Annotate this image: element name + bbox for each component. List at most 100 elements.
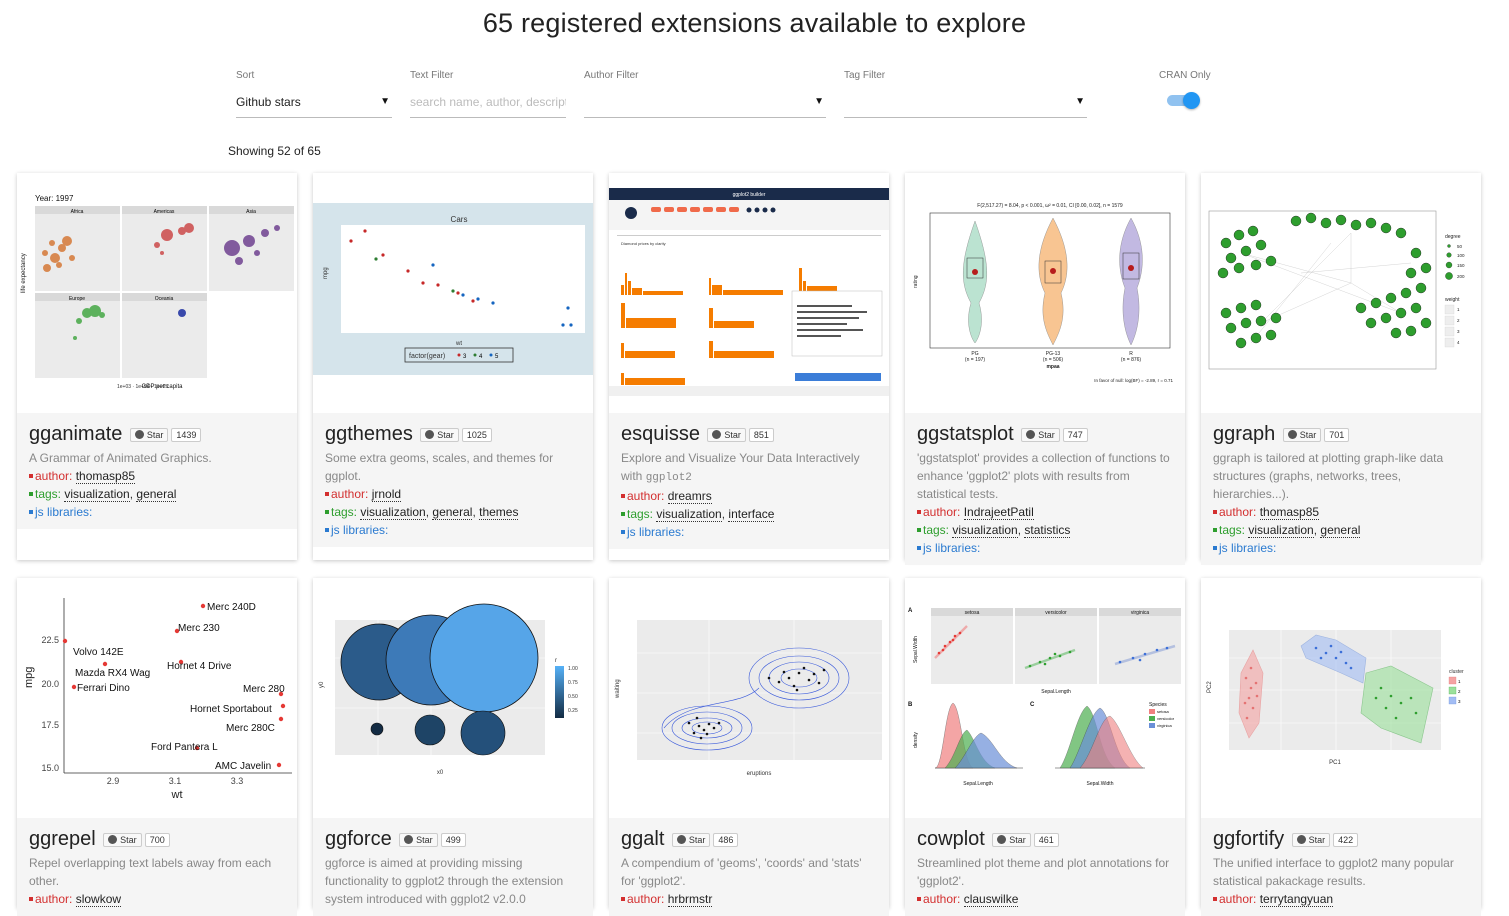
card-thumbnail[interactable]: Cars wt mpg factor(gear) 3 4 5 bbox=[313, 173, 593, 413]
card-thumbnail[interactable]: Year: 1997 Africa Americas Asia Europe O… bbox=[17, 173, 297, 413]
tag-filter-select[interactable]: ▼ bbox=[844, 86, 1087, 118]
author-link[interactable]: dreamrs bbox=[667, 489, 712, 504]
github-star-button[interactable]: Star bbox=[1282, 427, 1322, 442]
extension-card[interactable]: ggplot2 builder Diamond prices by clarit… bbox=[609, 173, 889, 560]
extension-name[interactable]: ggrepel bbox=[29, 828, 96, 850]
tag-link[interactable]: visualization bbox=[1248, 523, 1314, 538]
card-body: ggforce Star 499 ggforce is aimed at prov… bbox=[313, 818, 593, 916]
svg-text:AMC Javelin: AMC Javelin bbox=[215, 761, 271, 772]
extension-card[interactable]: degree 50 100 150 200 weight 1 2 3 4 ggr… bbox=[1201, 173, 1481, 565]
svg-text:Africa: Africa bbox=[71, 209, 84, 215]
extension-card[interactable]: Cars wt mpg factor(gear) 3 4 5 ggthemes … bbox=[313, 173, 593, 560]
svg-text:versicolor: versicolor bbox=[1157, 716, 1175, 721]
github-star-button[interactable]: Star bbox=[420, 427, 459, 442]
extension-card[interactable]: eruptions waiting ggalt Star 486 A compen… bbox=[609, 578, 889, 916]
tag-link[interactable]: interface bbox=[728, 507, 775, 522]
extension-name[interactable]: ggalt bbox=[621, 828, 664, 850]
svg-text:17.5: 17.5 bbox=[41, 720, 59, 730]
author-filter[interactable]: Author Filter ▼ bbox=[584, 70, 826, 118]
author-link[interactable]: IndrajeetPatil bbox=[963, 505, 1034, 520]
svg-text:Sepal.Width: Sepal.Width bbox=[913, 636, 919, 663]
svg-text:Mazda RX4 Wag: Mazda RX4 Wag bbox=[75, 668, 150, 679]
extension-name[interactable]: cowplot bbox=[917, 828, 985, 850]
github-icon bbox=[134, 429, 144, 439]
star-count: 701 bbox=[1324, 427, 1350, 442]
svg-text:weight: weight bbox=[1445, 297, 1460, 303]
card-thumbnail[interactable]: degree 50 100 150 200 weight 1 2 3 4 bbox=[1201, 173, 1481, 413]
tag-link[interactable]: visualization bbox=[64, 487, 130, 502]
author-link[interactable]: clauswilke bbox=[963, 892, 1019, 907]
card-thumbnail[interactable]: F(2,517.27) = 8.04, p < 0.001, ω² = 0.01… bbox=[905, 173, 1185, 413]
tag-link[interactable]: themes bbox=[479, 505, 519, 520]
svg-text:factor(gear): factor(gear) bbox=[409, 353, 445, 360]
svg-text:15.0: 15.0 bbox=[41, 763, 59, 773]
card-thumbnail[interactable]: eruptions waiting bbox=[609, 578, 889, 818]
extension-name[interactable]: esquisse bbox=[621, 423, 700, 445]
github-icon bbox=[404, 834, 414, 844]
extension-card[interactable]: Year: 1997 Africa Americas Asia Europe O… bbox=[17, 173, 297, 560]
github-star-button[interactable]: Star bbox=[992, 832, 1031, 847]
card-thumbnail[interactable]: x0 y0 r 1.00 0.75 0.50 0.25 bbox=[313, 578, 593, 818]
extension-description: A compendium of 'geoms', 'coords' and 's… bbox=[621, 856, 862, 888]
svg-text:2.9: 2.9 bbox=[107, 776, 120, 786]
author-link[interactable]: jrnold bbox=[371, 487, 402, 502]
svg-text:virginica: virginica bbox=[1131, 610, 1150, 616]
svg-text:density: density bbox=[913, 732, 919, 748]
svg-text:Cars: Cars bbox=[451, 215, 468, 224]
sort-select[interactable]: Github stars ▼ bbox=[236, 86, 392, 118]
cran-only-toggle[interactable] bbox=[1167, 92, 1200, 109]
card-thumbnail[interactable]: PC1 PC2 cluster 1 2 3 bbox=[1201, 578, 1481, 818]
svg-text:22.5: 22.5 bbox=[41, 635, 59, 645]
extension-name[interactable]: gganimate bbox=[29, 423, 122, 445]
extension-card[interactable]: 22.5 20.0 17.5 15.0 2.9 3.1 3.3 wt mpg M… bbox=[17, 578, 297, 916]
text-filter-input[interactable]: search name, author, descript bbox=[410, 86, 566, 118]
svg-text:Sepal.Length: Sepal.Length bbox=[963, 781, 993, 787]
tag-link[interactable]: statistics bbox=[1024, 523, 1071, 538]
author-link[interactable]: thomasp85 bbox=[1259, 505, 1320, 520]
extension-card[interactable]: A B C setosa versicolor virginica Sepal.… bbox=[905, 578, 1185, 916]
dropdown-arrow-icon: ▼ bbox=[814, 96, 824, 107]
tag-link[interactable]: visualization bbox=[952, 523, 1018, 538]
author-filter-select[interactable]: ▼ bbox=[584, 86, 826, 118]
sort-label: Sort bbox=[236, 70, 255, 81]
tag-link[interactable]: visualization bbox=[360, 505, 426, 520]
svg-text:Hornet 4 Drive: Hornet 4 Drive bbox=[167, 661, 232, 672]
author-link[interactable]: thomasp85 bbox=[75, 469, 136, 484]
extension-name[interactable]: ggforce bbox=[325, 828, 392, 850]
extension-name[interactable]: ggraph bbox=[1213, 423, 1275, 445]
svg-text:waiting: waiting bbox=[615, 679, 621, 699]
tag-link[interactable]: visualization bbox=[656, 507, 722, 522]
github-star-button[interactable]: Star bbox=[103, 832, 142, 847]
author-link[interactable]: slowkow bbox=[75, 892, 122, 907]
svg-text:4: 4 bbox=[1457, 340, 1460, 345]
star-count: 486 bbox=[713, 832, 739, 847]
card-thumbnail[interactable]: A B C setosa versicolor virginica Sepal.… bbox=[905, 578, 1185, 818]
github-star-button[interactable]: Star bbox=[1021, 427, 1060, 442]
extension-name[interactable]: ggthemes bbox=[325, 423, 413, 445]
tag-filter[interactable]: Tag Filter ▼ bbox=[844, 70, 1087, 118]
extension-card[interactable]: F(2,517.27) = 8.04, p < 0.001, ω² = 0.01… bbox=[905, 173, 1185, 565]
extension-name[interactable]: ggfortify bbox=[1213, 828, 1284, 850]
extension-name[interactable]: ggstatsplot bbox=[917, 423, 1014, 445]
author-link[interactable]: hrbrmstr bbox=[667, 892, 713, 907]
tag-link[interactable]: general bbox=[136, 487, 177, 502]
card-thumbnail[interactable]: ggplot2 builder Diamond prices by clarit… bbox=[609, 173, 889, 413]
github-star-button[interactable]: Star bbox=[671, 832, 711, 847]
extension-card[interactable]: PC1 PC2 cluster 1 2 3 ggfortify Star 422 … bbox=[1201, 578, 1481, 916]
text-filter-placeholder: search name, author, descript bbox=[410, 94, 566, 109]
github-star-button[interactable]: Star bbox=[707, 427, 746, 442]
tag-link[interactable]: general bbox=[432, 505, 473, 520]
extension-description: ggraph is tailored at plotting graph-lik… bbox=[1213, 451, 1444, 501]
sort-filter[interactable]: Sort Github stars ▼ bbox=[236, 70, 392, 118]
github-star-button[interactable]: Star bbox=[1291, 832, 1331, 847]
extension-card[interactable]: x0 y0 r 1.00 0.75 0.50 0.25 ggforce Star… bbox=[313, 578, 593, 916]
text-filter[interactable]: Text Filter search name, author, descrip… bbox=[410, 70, 566, 118]
svg-text:3: 3 bbox=[1458, 699, 1461, 704]
github-star-button[interactable]: Star bbox=[129, 427, 169, 442]
tag-link[interactable]: general bbox=[1320, 523, 1361, 538]
author-link[interactable]: terrytangyuan bbox=[1259, 892, 1334, 907]
github-star-button[interactable]: Star bbox=[399, 832, 438, 847]
card-body: ggraph Star 701 ggraph is tailored at plo… bbox=[1201, 413, 1481, 565]
card-thumbnail[interactable]: 22.5 20.0 17.5 15.0 2.9 3.1 3.3 wt mpg M… bbox=[17, 578, 297, 818]
svg-text:(n = 876): (n = 876) bbox=[1121, 357, 1141, 363]
